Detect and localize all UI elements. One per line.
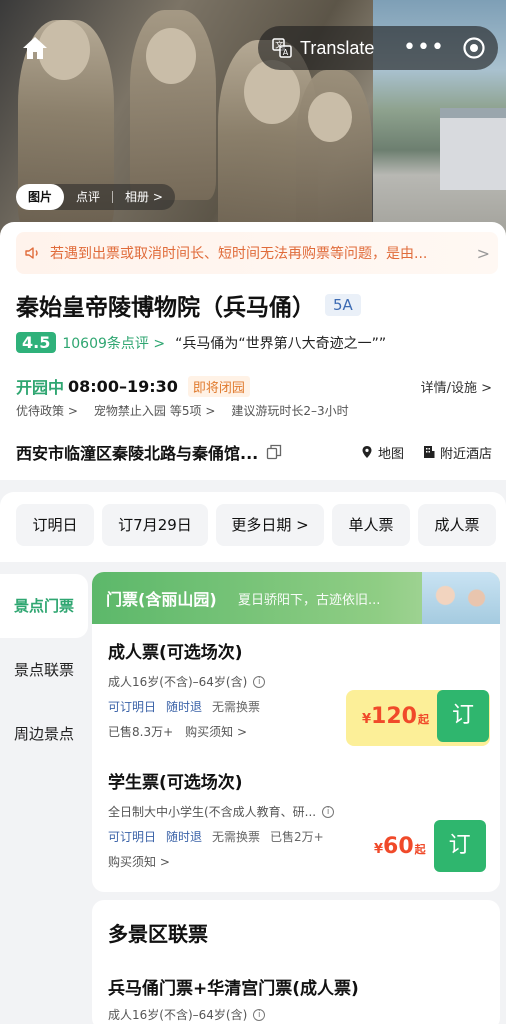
nearby-hotels-label: 附近酒店	[439, 446, 492, 462]
sold-count: 已售2万+	[270, 830, 324, 844]
mini-program-capsule: 文 A Translate •••	[258, 26, 498, 70]
address-row: 西安市临潼区秦陵北路与秦俑馆... 地图 附近酒店	[16, 440, 492, 464]
policy-row[interactable]: 优待政策 > 宠物禁止入园 等5项 > 建议游玩时长2–3小时	[16, 402, 349, 419]
nearby-hotels-button[interactable]: 附近酒店	[422, 443, 492, 462]
purchase-notice-link[interactable]: 购买须知 >	[185, 723, 247, 740]
close-mini-program-button[interactable]	[450, 36, 498, 60]
suggested-duration: 建议游玩时长2–3小时	[231, 404, 349, 418]
nav-scenic-tickets[interactable]: 景点门票	[0, 574, 88, 638]
review-count-link[interactable]: 10609条点评 >	[62, 333, 165, 353]
open-status: 开园中	[16, 378, 65, 397]
combo-ticket-panel: 多景区联票 兵马俑门票+华清宫门票(成人票) 成人16岁(不含)–64岁(含) …	[92, 900, 500, 1024]
map-button[interactable]: 地图	[360, 443, 404, 462]
ticket-price: ¥60起	[374, 833, 426, 859]
rating-row[interactable]: 4.5 10609条点评 > “兵马俑为“世界第八大奇迹之一””	[16, 332, 386, 353]
translate-label: Translate	[300, 37, 375, 58]
chip-single-ticket[interactable]: 单人票	[332, 504, 410, 546]
nav-combo-tickets[interactable]: 景点联票	[0, 638, 88, 702]
pet-policy: 宠物禁止入园	[93, 404, 166, 418]
hero-image[interactable]: 文 A Translate ••• 图片 点评 相册 >	[0, 0, 506, 250]
info-icon[interactable]: i	[253, 1008, 266, 1021]
translate-icon: 文 A	[272, 38, 292, 58]
ticket-description: 成人16岁(不含)–64岁(含) i	[108, 673, 492, 690]
info-icon[interactable]: i	[322, 805, 335, 818]
chip-book-jul-29[interactable]: 订7月29日	[102, 504, 208, 546]
notice-text: 若遇到出票或取消时间长、短时间无法再购票等问题，是由...	[50, 246, 428, 262]
closing-soon-badge: 即将闭园	[187, 375, 250, 397]
ticket-eligibility: 全日制大中小学生(不含成人教育、研...	[108, 805, 317, 819]
ticket-name: 成人票(可选场次)	[108, 643, 243, 663]
chip-adult-ticket[interactable]: 成人票	[418, 504, 496, 546]
home-icon[interactable]	[22, 36, 48, 60]
sold-count: 已售8.3万+	[108, 725, 174, 739]
location-pin-icon	[362, 446, 372, 458]
tab-reviews[interactable]: 点评	[64, 184, 112, 210]
featured-quote: “兵马俑为“世界第八大奇迹之一””	[175, 335, 387, 352]
address-text: 西安市临潼区秦陵北路与秦俑馆...	[16, 444, 259, 463]
ticket-category-nav: 景点门票 景点联票 周边景点	[0, 562, 88, 1024]
ticket-name: 学生票(可选场次)	[108, 773, 243, 793]
more-policies-link[interactable]: 等5项 >	[170, 402, 216, 419]
svg-text:A: A	[283, 48, 289, 57]
attraction-info-card: 若遇到出票或取消时间长、短时间无法再购票等问题，是由... > 秦始皇帝陵博物院…	[0, 222, 506, 480]
more-options-button[interactable]: •••	[398, 26, 450, 70]
book-student-button[interactable]: 订	[433, 820, 486, 872]
tourists-photo	[422, 572, 500, 624]
tab-album[interactable]: 相册 >	[113, 184, 175, 210]
combo-section-title: 多景区联票	[108, 922, 208, 946]
discount-policy-link[interactable]: 优待政策 >	[16, 402, 78, 419]
student-price-group: ¥60起 订	[374, 820, 486, 872]
warrior-head	[146, 28, 196, 84]
ticket-group-name: 门票(含丽山园)	[106, 590, 217, 609]
copy-icon[interactable]	[266, 444, 282, 460]
combo-ticket-description: 成人16岁(不含)–64岁(含) i	[108, 1006, 266, 1023]
details-facilities-link[interactable]: 详情/设施 >	[421, 377, 492, 396]
notice-bar[interactable]: 若遇到出票或取消时间长、短时间无法再购票等问题，是由... >	[16, 232, 498, 274]
ticket-group-header[interactable]: 门票(含丽山园) 夏日骄阳下，古迹依旧...	[92, 572, 500, 624]
tag-refundable: 随时退	[166, 700, 203, 714]
tag-no-exchange: 无需换票	[212, 830, 261, 844]
score-badge: 4.5	[16, 332, 57, 353]
tag-no-exchange: 无需换票	[212, 700, 261, 714]
nav-nearby-attractions[interactable]: 周边景点	[0, 702, 88, 766]
translate-button[interactable]: 文 A Translate	[258, 26, 398, 70]
ticket-description: 全日制大中小学生(不含成人教育、研... i	[108, 803, 492, 820]
ticket-group-slogan: 夏日骄阳下，古迹依旧...	[238, 593, 381, 608]
map-label: 地图	[377, 446, 404, 462]
chevron-right-icon: >	[476, 243, 490, 263]
speaker-icon	[25, 247, 38, 259]
title-row: 秦始皇帝陵博物院（兵马俑） 5A	[16, 288, 361, 322]
hotel-icon	[423, 446, 435, 458]
warrior-head	[308, 92, 352, 142]
combo-age-range: 成人16岁(不含)–64岁(含)	[108, 1008, 248, 1022]
address-actions: 地图 附近酒店	[360, 443, 492, 462]
ticket-price: ¥120起	[362, 703, 429, 729]
ticket-age-range: 成人16岁(不含)–64岁(含)	[108, 675, 248, 689]
open-hours: 08:00–19:30	[68, 376, 178, 396]
date-filter-row: 订明日 订7月29日 更多日期 > 单人票 成人票	[0, 492, 506, 562]
attraction-title: 秦始皇帝陵博物院（兵马俑）	[16, 295, 315, 321]
rating-level-badge: 5A	[325, 294, 361, 316]
info-icon[interactable]: i	[253, 675, 266, 688]
opening-hours-row: 开园中 08:00–19:30 即将闭园 详情/设施 >	[16, 374, 492, 398]
purchase-notice-link[interactable]: 购买须知 >	[108, 853, 170, 870]
media-tabs: 图片 点评 相册 >	[16, 184, 175, 210]
tag-book-tomorrow: 可订明日	[108, 830, 157, 844]
chip-book-tomorrow[interactable]: 订明日	[16, 504, 94, 546]
adult-price-group: ¥120起 订	[362, 690, 489, 742]
museum-building	[440, 108, 506, 190]
tab-photos[interactable]: 图片	[16, 184, 65, 210]
tag-book-tomorrow: 可订明日	[108, 700, 157, 714]
tag-refundable: 随时退	[166, 830, 203, 844]
combo-ticket-name[interactable]: 兵马俑门票+华清宫门票(成人票)	[108, 974, 359, 999]
target-icon	[463, 37, 485, 59]
chip-more-dates[interactable]: 更多日期 >	[216, 504, 324, 546]
book-adult-button[interactable]: 订	[436, 690, 489, 742]
